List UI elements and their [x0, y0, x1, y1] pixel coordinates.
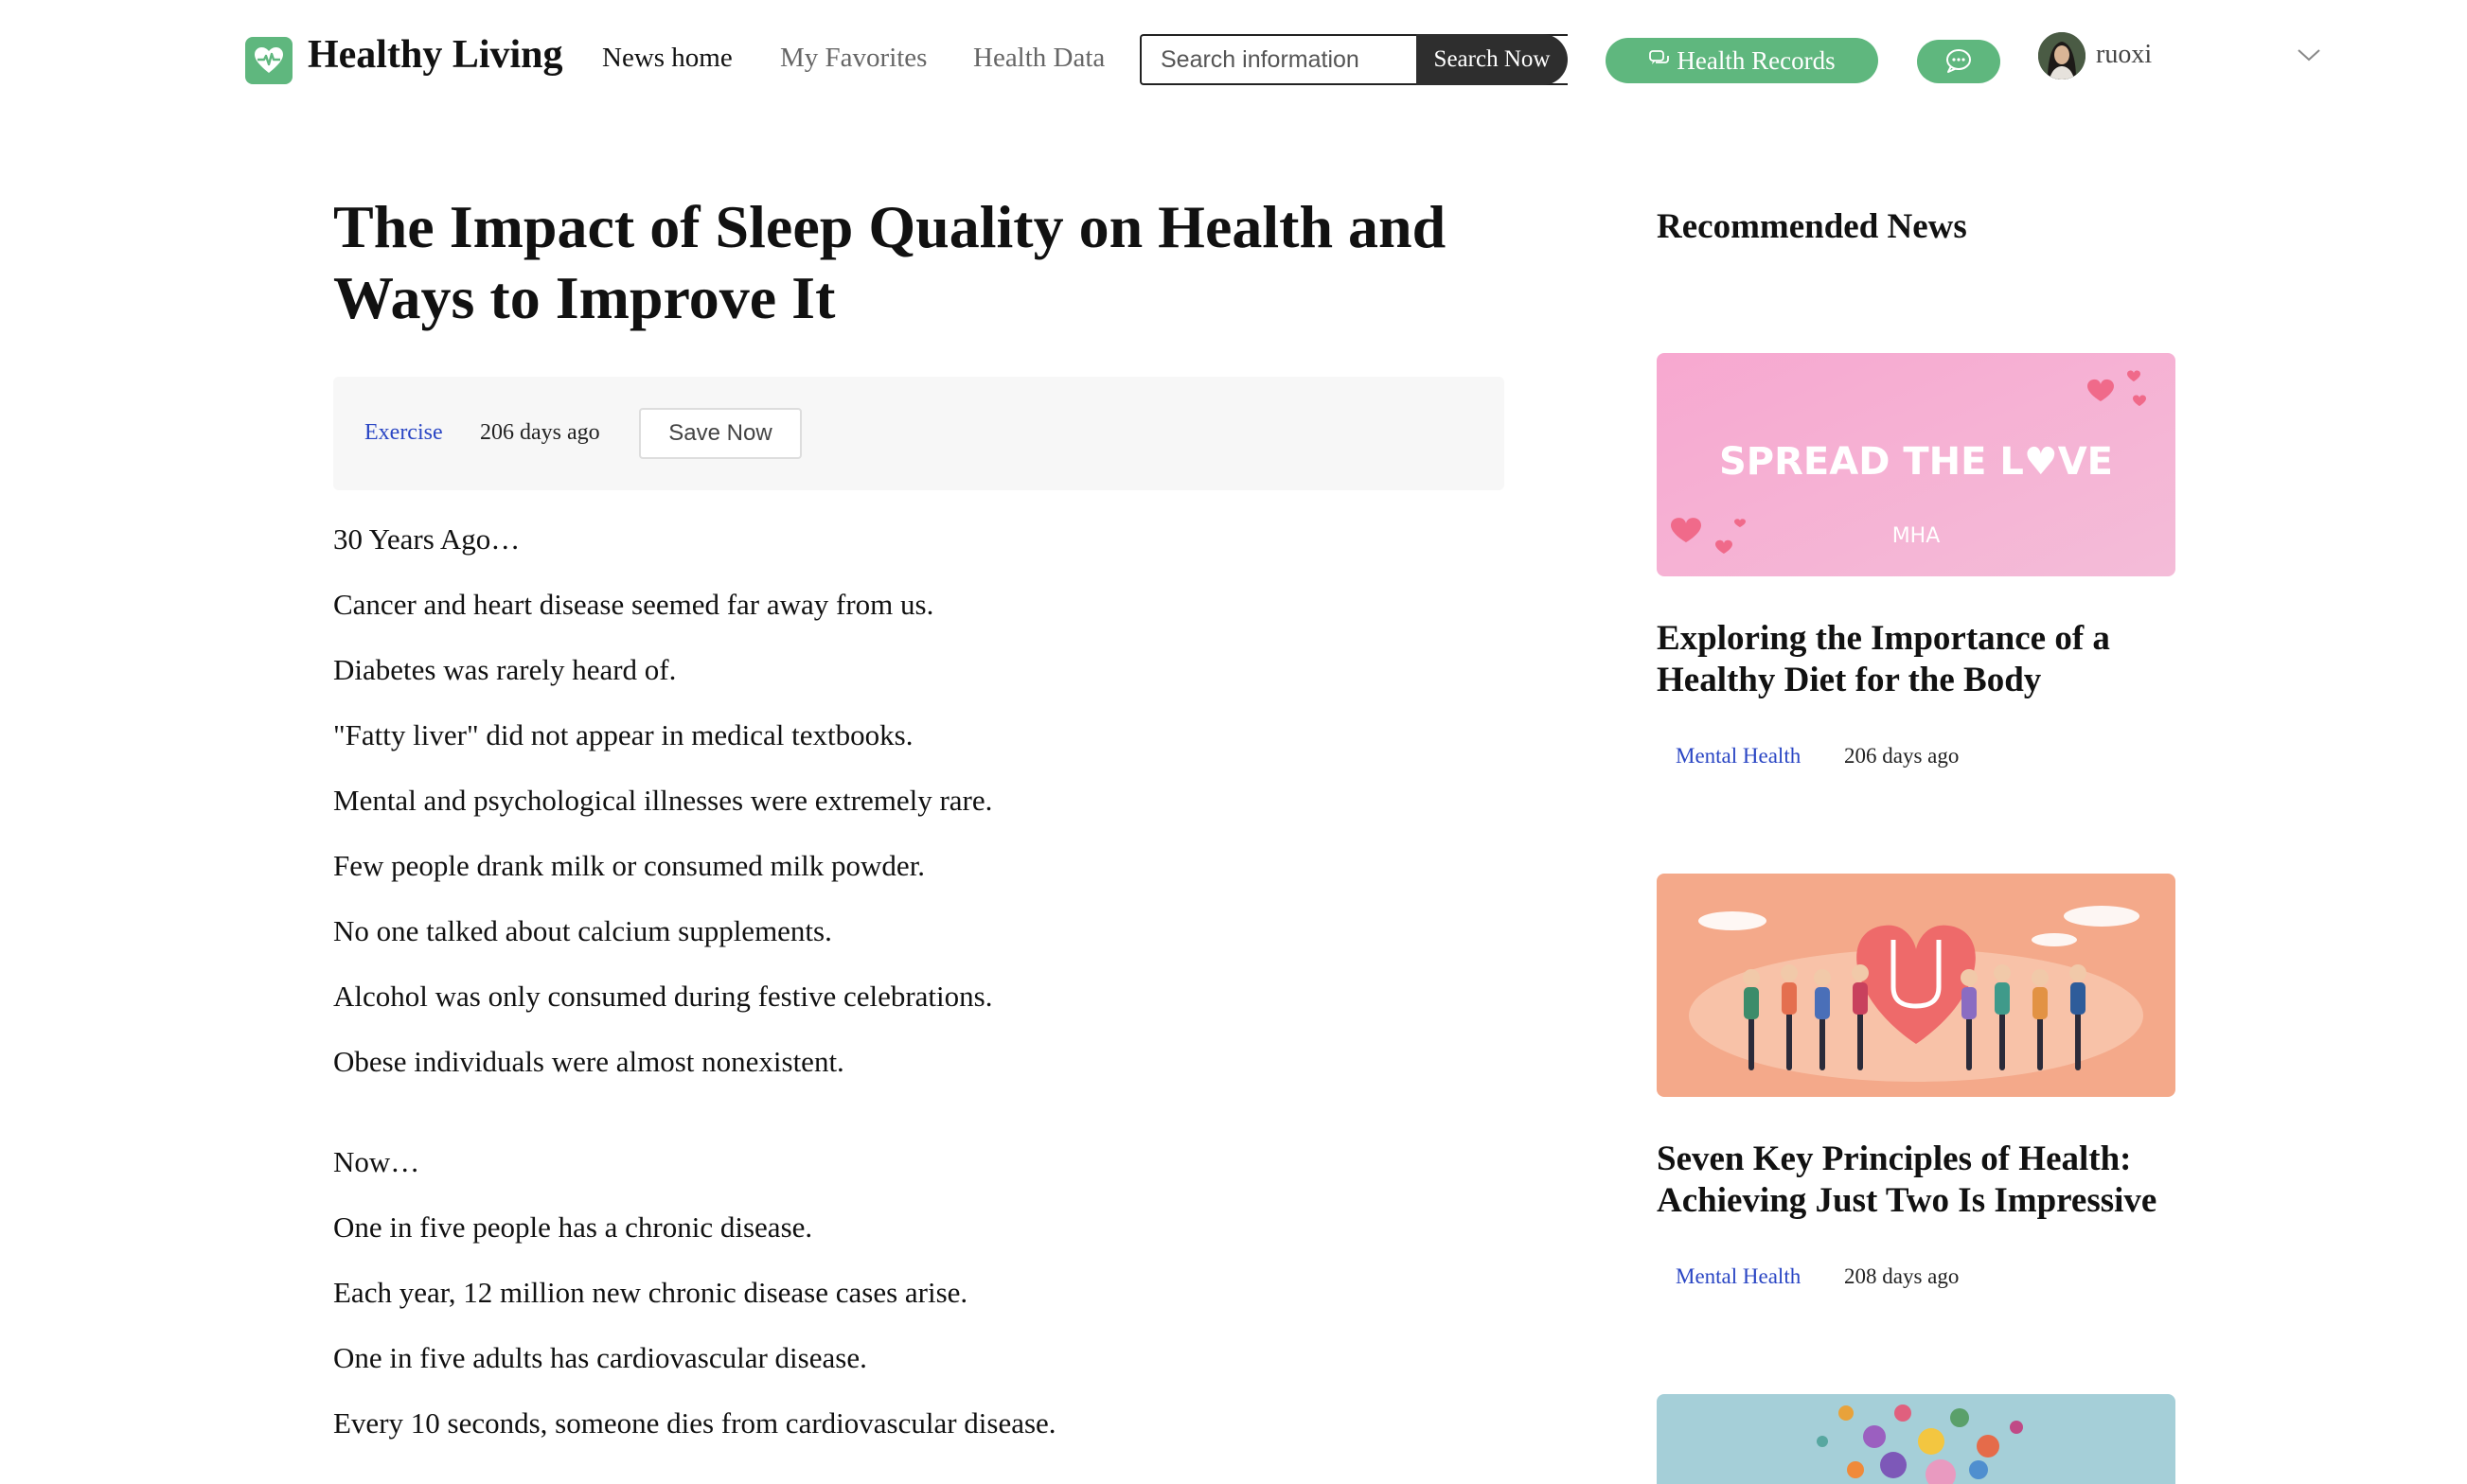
- news-card-date: 208 days ago: [1844, 1264, 1960, 1288]
- health-records-button[interactable]: Health Records: [1606, 38, 1878, 83]
- avatar[interactable]: [2038, 32, 2085, 80]
- news-card-tag[interactable]: Mental Health: [1676, 744, 1801, 768]
- article-paragraph: Now…: [333, 1145, 420, 1178]
- article-paragraph: One in five people has a chronic disease…: [333, 1210, 813, 1244]
- article-date: 206 days ago: [480, 420, 600, 445]
- article-paragraph: Cancer and heart disease seemed far away…: [333, 588, 934, 621]
- article-title: The Impact of Sleep Quality on Health an…: [333, 193, 1446, 331]
- article-paragraph: One in five adults has cardiovascular di…: [333, 1341, 867, 1374]
- save-now-button[interactable]: Save Now: [639, 408, 802, 459]
- recommended-news-title: Recommended News: [1657, 207, 1967, 246]
- news-card-title[interactable]: Seven Key Principles of Health: Achievin…: [1657, 1139, 2187, 1222]
- article-paragraph: "Fatty liver" did not appear in medical …: [333, 718, 914, 751]
- article-paragraph: No one talked about calcium supplements.: [333, 914, 832, 947]
- article-paragraph: Each year, 12 million new chronic diseas…: [333, 1276, 968, 1309]
- news-card-tag[interactable]: Mental Health: [1676, 1264, 1801, 1289]
- article-category-tag[interactable]: Exercise: [364, 420, 443, 446]
- message-icon: [1946, 49, 1971, 73]
- news-card-image[interactable]: [1657, 1394, 2175, 1484]
- card-image-text: SPREAD THE L♥VE: [1719, 440, 2113, 484]
- nav-news-home[interactable]: News home: [602, 43, 733, 74]
- article-paragraph: Obese individuals were almost nonexisten…: [333, 1045, 844, 1078]
- nav-health-data[interactable]: Health Data: [973, 43, 1105, 74]
- article-meta-bar: Exercise 206 days ago Save Now: [333, 377, 1504, 490]
- news-card-title[interactable]: Exploring the Importance of a Healthy Di…: [1657, 618, 2187, 701]
- brand-name[interactable]: Healthy Living: [308, 32, 563, 78]
- article-paragraph: Few people drank milk or consumed milk p…: [333, 849, 926, 882]
- article-paragraph: Mental and psychological illnesses were …: [333, 784, 993, 817]
- article-paragraph: 30 Years Ago…: [333, 522, 521, 556]
- mha-logo: MHA: [1892, 524, 1941, 548]
- article-paragraph: Diabetes was rarely heard of.: [333, 653, 677, 686]
- chat-bubbles-icon: [1648, 39, 1671, 84]
- search-now-button[interactable]: Search Now: [1416, 34, 1568, 85]
- news-card-date: 206 days ago: [1844, 744, 1960, 768]
- health-records-label: Health Records: [1677, 46, 1836, 75]
- nav-my-favorites[interactable]: My Favorites: [780, 43, 927, 74]
- news-card-image[interactable]: SPREAD THE L♥VE MHA: [1657, 353, 2175, 576]
- heart-logo-icon[interactable]: [245, 37, 293, 84]
- news-card-image[interactable]: [1657, 874, 2175, 1097]
- article-paragraph: Alcohol was only consumed during festive…: [333, 980, 993, 1013]
- article-paragraph: Every 10 seconds, someone dies from card…: [333, 1406, 1056, 1440]
- chevron-down-icon[interactable]: [2297, 47, 2321, 67]
- message-button[interactable]: [1917, 40, 2000, 83]
- username[interactable]: ruoxi: [2096, 40, 2152, 70]
- top-header: Healthy Living News home My Favorites He…: [0, 0, 2467, 114]
